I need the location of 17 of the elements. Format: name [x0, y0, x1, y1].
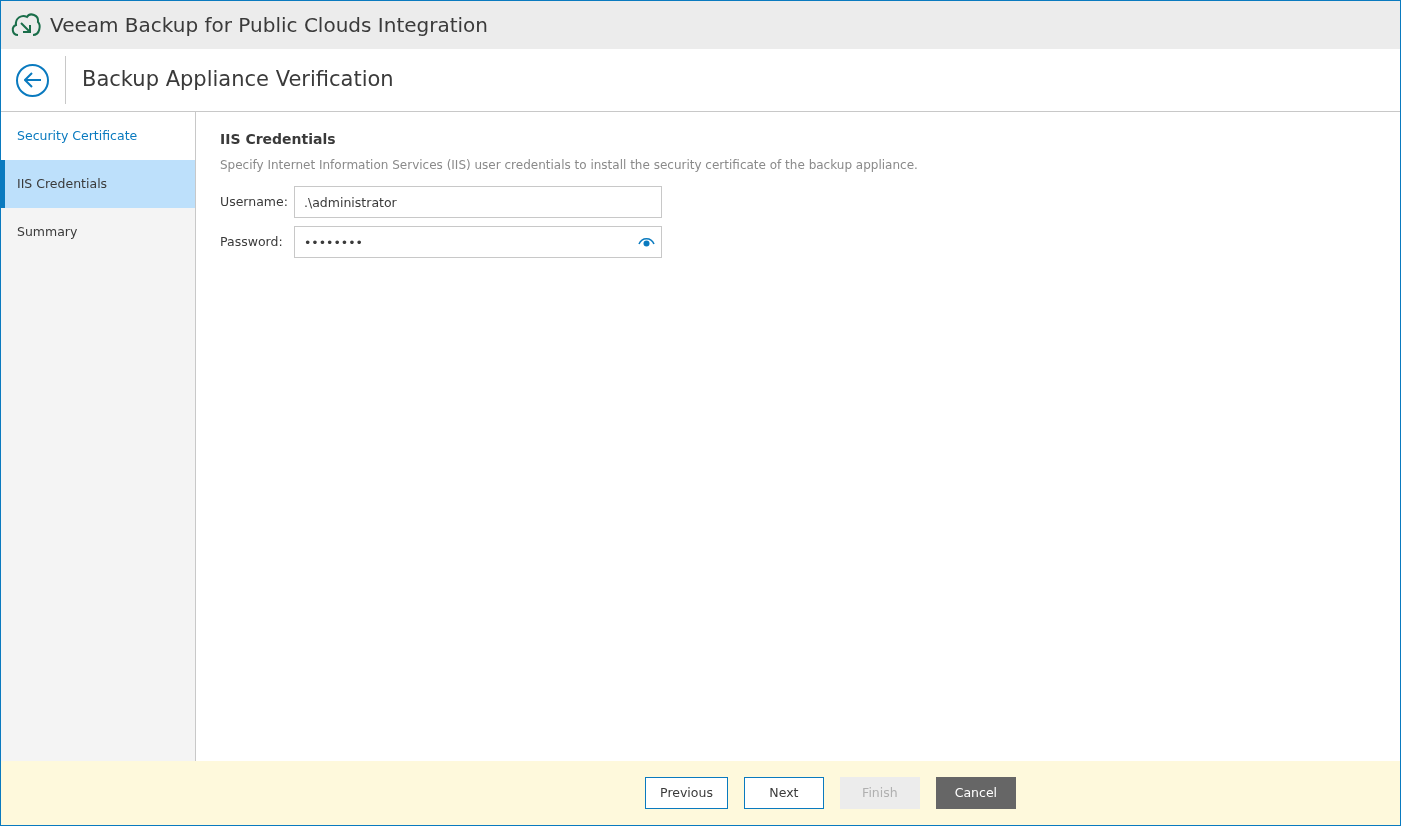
back-button[interactable] — [16, 63, 49, 97]
username-field[interactable]: .\administrator — [294, 186, 662, 218]
page-title: Backup Appliance Verification — [82, 66, 394, 94]
section-heading: IIS Credentials — [220, 130, 337, 149]
field-label: Username: — [220, 192, 289, 211]
section-description: Specify Internet Information Services (IIS) user credentials to install the security certificate of the backup appliance. — [220, 157, 919, 174]
wizard-button[interactable]: Next — [743, 777, 824, 809]
wizard-button[interactable]: Previous — [645, 777, 728, 809]
wizard-step[interactable]: IIS Credentials — [1, 160, 195, 208]
password-field[interactable]: •••••••• — [294, 226, 662, 258]
back-arrow-icon — [23, 72, 42, 88]
app-title: Veeam Backup for Public Clouds Integration — [50, 12, 489, 39]
wizard-step[interactable]: Summary — [1, 208, 195, 256]
wizard-step[interactable]: Security Certificate — [1, 112, 195, 160]
eye-icon[interactable] — [638, 236, 655, 248]
wizard-button[interactable]: Cancel — [935, 777, 1016, 809]
field-label: Password: — [220, 232, 284, 251]
